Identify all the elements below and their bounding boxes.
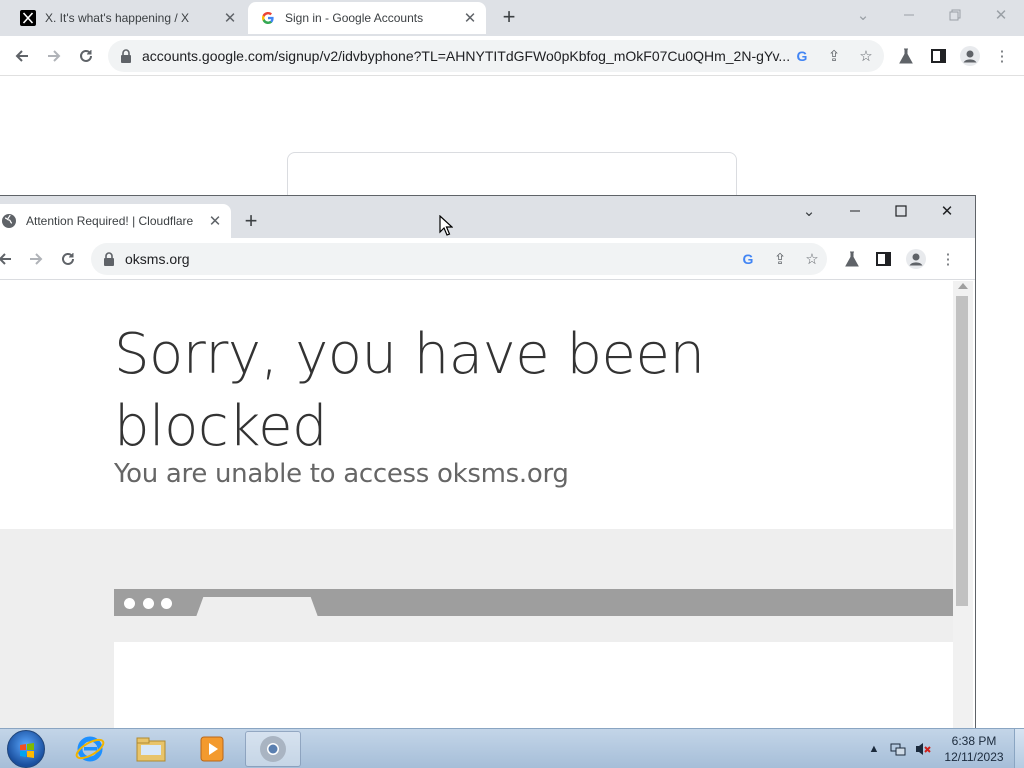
browser-illustration-page [114, 642, 953, 728]
labs-flask-icon[interactable] [896, 46, 916, 66]
google-translate-icon[interactable]: G [792, 46, 812, 66]
side-panel-icon[interactable] [873, 249, 893, 269]
scrollbar-thumb[interactable] [956, 296, 968, 606]
tab-strip[interactable]: Attention Required! | Cloudflare ✕ + ⌄ ✕ [0, 196, 975, 238]
clock-date: 12/11/2023 [944, 750, 1004, 764]
close-window-button[interactable]: ✕ [932, 196, 962, 226]
forward-arrow-icon[interactable] [22, 245, 50, 273]
page-subtitle: You are unable to access oksms.org [114, 459, 569, 489]
tab-title: X. It's what's happening / X [45, 11, 189, 25]
tab-search-icon[interactable]: ⌄ [848, 0, 878, 30]
foreground-browser-window: Attention Required! | Cloudflare ✕ + ⌄ ✕… [0, 195, 976, 728]
back-arrow-icon[interactable] [0, 245, 19, 273]
google-g-icon [262, 12, 274, 24]
share-icon[interactable]: ⇪ [770, 249, 790, 269]
new-tab-button[interactable]: + [238, 208, 264, 234]
profile-avatar-icon[interactable] [905, 248, 927, 270]
windows-taskbar: ▲ 6:38 PM 12/11/2023 [0, 728, 1024, 768]
globe-icon [2, 214, 16, 228]
lock-icon [121, 49, 131, 63]
clock-time: 6:38 PM [951, 734, 997, 748]
maximize-button[interactable] [886, 196, 916, 226]
tab-x[interactable]: X. It's what's happening / X ✕ [10, 2, 246, 34]
url-text: accounts.google.com/signup/v2/idvbyphone… [142, 48, 790, 64]
minimize-button[interactable] [894, 0, 924, 30]
vertical-scrollbar[interactable] [953, 281, 973, 728]
chrome-menu-icon[interactable]: ⋮ [938, 249, 958, 269]
restore-button[interactable] [940, 0, 970, 30]
tab-cloudflare[interactable]: Attention Required! | Cloudflare ✕ [0, 204, 231, 238]
system-clock[interactable]: 6:38 PM 12/11/2023 [938, 733, 1010, 765]
illustration-area [0, 529, 953, 728]
close-tab-icon[interactable]: ✕ [460, 8, 480, 28]
bookmark-star-icon[interactable]: ☆ [856, 46, 876, 66]
browser-illustration-bar [114, 589, 953, 617]
minimize-button[interactable] [840, 196, 870, 226]
media-player-icon [200, 736, 224, 762]
browser-toolbar: oksms.org G ⇪ ☆ ⋮ [0, 238, 975, 280]
page-title: Sorry, you have been blocked [114, 322, 705, 459]
new-tab-button[interactable]: + [496, 4, 522, 30]
tab-google-sign-in[interactable]: Sign in - Google Accounts ✕ [248, 2, 486, 34]
internet-explorer-icon [75, 736, 105, 762]
share-icon[interactable]: ⇪ [824, 46, 844, 66]
labs-flask-icon[interactable] [842, 249, 862, 269]
address-bar[interactable]: accounts.google.com/signup/v2/idvbyphone… [108, 40, 884, 72]
x-logo-icon [20, 10, 36, 26]
lock-icon [104, 252, 114, 266]
window-dot-icon [143, 598, 154, 609]
forward-arrow-icon[interactable] [40, 42, 68, 70]
show-desktop-button[interactable] [1014, 729, 1024, 768]
url-text: oksms.org [125, 251, 190, 267]
scroll-up-arrow-icon[interactable] [958, 283, 968, 289]
windows-explorer-taskbar-button[interactable] [123, 731, 179, 767]
browser-toolbar: accounts.google.com/signup/v2/idvbyphone… [0, 36, 1024, 76]
window-dot-icon [161, 598, 172, 609]
google-translate-icon[interactable]: G [738, 249, 758, 269]
google-chrome-taskbar-button[interactable] [245, 731, 301, 767]
mouse-cursor-icon [439, 215, 453, 236]
tab-title: Sign in - Google Accounts [285, 11, 424, 25]
close-window-button[interactable]: ✕ [986, 0, 1016, 30]
show-hidden-icons-button[interactable]: ▲ [866, 729, 882, 768]
reload-icon[interactable] [72, 42, 100, 70]
bookmark-star-icon[interactable]: ☆ [802, 249, 822, 269]
internet-explorer-taskbar-button[interactable] [62, 731, 118, 767]
browser-illustration-tab [196, 597, 318, 617]
network-icon[interactable] [888, 729, 908, 768]
folder-icon [136, 737, 166, 762]
window-dot-icon [124, 598, 135, 609]
close-tab-icon[interactable]: ✕ [205, 211, 225, 231]
page-content: Sorry, you have been blocked You are una… [0, 281, 953, 728]
profile-avatar-icon[interactable] [959, 45, 981, 67]
address-bar[interactable]: oksms.org [91, 243, 827, 275]
start-button[interactable] [7, 730, 45, 768]
tab-title: Attention Required! | Cloudflare [26, 214, 194, 228]
volume-muted-icon[interactable] [912, 729, 934, 768]
reload-icon[interactable] [54, 245, 82, 273]
tab-strip: X. It's what's happening / X ✕ Sign in -… [0, 0, 1024, 36]
windows-logo-icon [20, 743, 34, 758]
side-panel-icon[interactable] [928, 46, 948, 66]
back-arrow-icon[interactable] [8, 42, 36, 70]
chrome-icon [260, 736, 286, 762]
media-player-taskbar-button[interactable] [184, 731, 240, 767]
chrome-menu-icon[interactable]: ⋮ [992, 46, 1012, 66]
tab-search-icon[interactable]: ⌄ [794, 196, 824, 226]
close-tab-icon[interactable]: ✕ [220, 8, 240, 28]
